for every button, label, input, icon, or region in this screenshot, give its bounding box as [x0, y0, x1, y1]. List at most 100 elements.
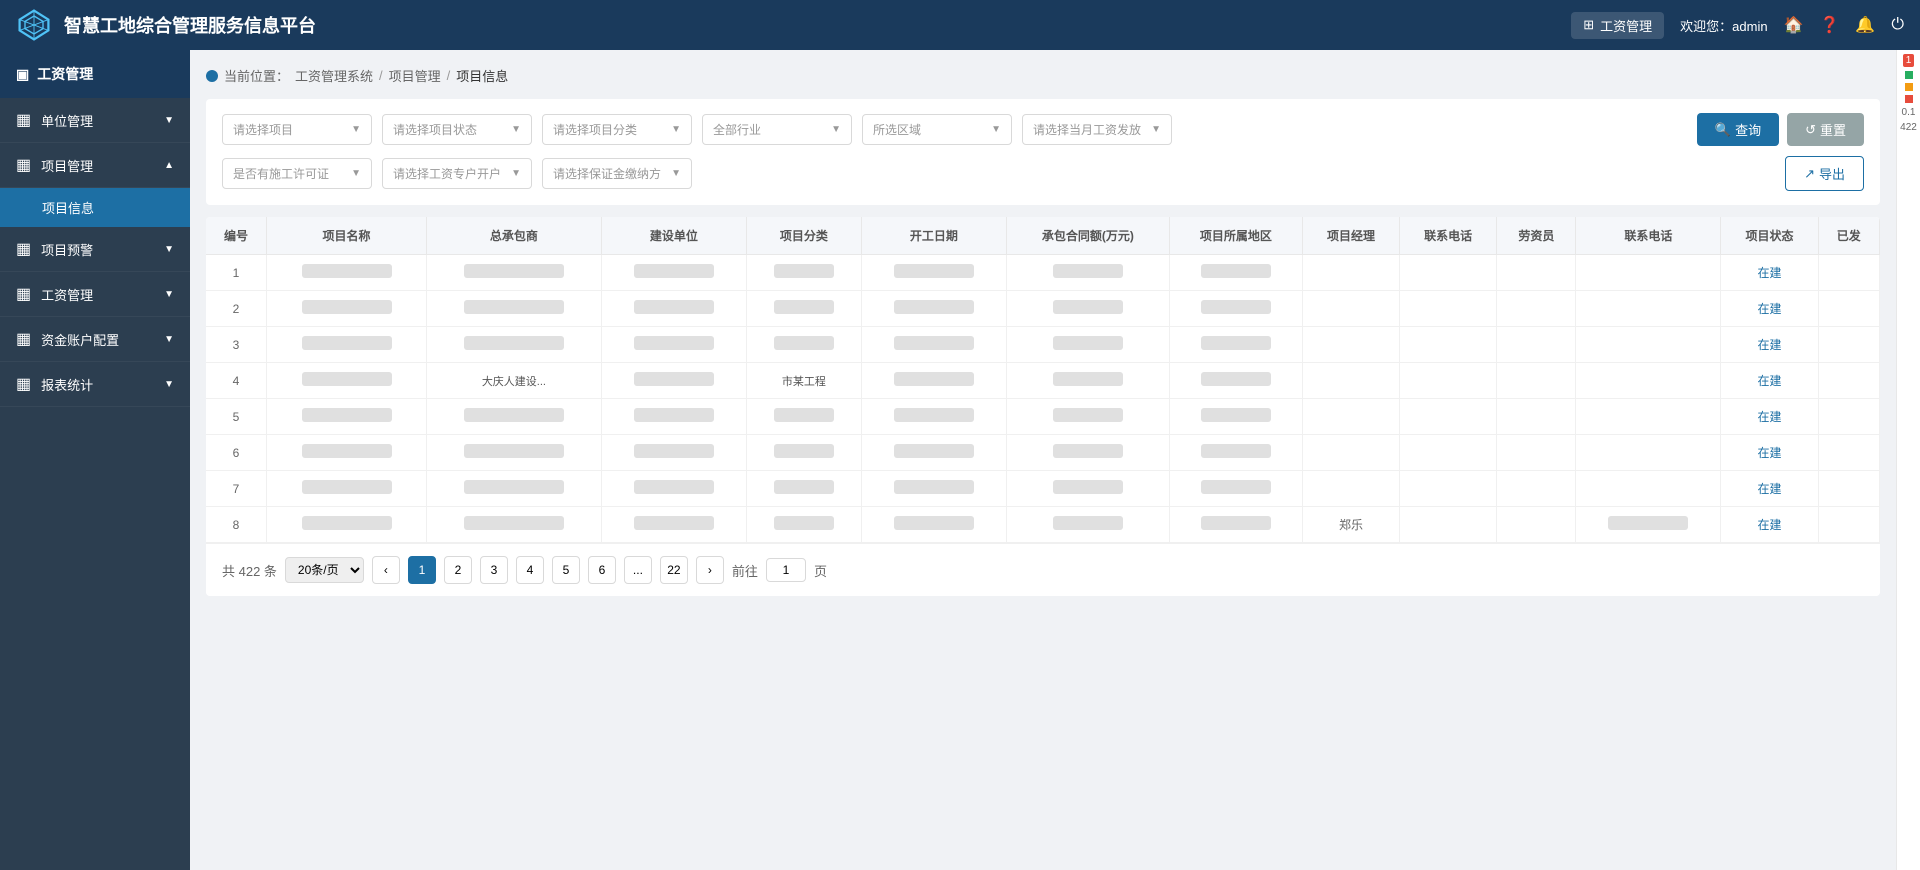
- power-icon[interactable]: ⏻: [1891, 16, 1904, 34]
- chevron-up-icon: ▲: [164, 160, 174, 171]
- query-button[interactable]: 🔍 查询: [1697, 113, 1779, 146]
- page-btn-4[interactable]: 4: [516, 556, 544, 584]
- table-cell: [1818, 399, 1879, 435]
- table-cell: 7: [206, 471, 267, 507]
- reset-button[interactable]: ↺ 重置: [1787, 113, 1864, 146]
- app-title: 智慧工地综合管理服务信息平台: [64, 12, 316, 38]
- table-cell: [1400, 363, 1497, 399]
- table-cell: [426, 471, 601, 507]
- export-button[interactable]: ↗ 导出: [1785, 156, 1864, 191]
- table-cell: [1576, 327, 1721, 363]
- table-cell: 5: [206, 399, 267, 435]
- col-contractor: 总承包商: [426, 217, 601, 255]
- table-cell: 大庆人建设...: [426, 363, 601, 399]
- table-cell: [1497, 291, 1576, 327]
- filter-salary[interactable]: 请选择当月工资发放 ▼: [1022, 114, 1172, 145]
- filter-area: 请选择项目 ▼ 请选择项目状态 ▼ 请选择项目分类 ▼ 全部行业 ▼ 所选区域: [206, 99, 1880, 205]
- header-right: ⊞ 工资管理 欢迎您：admin 🏠 ❓ 🔔 ⏻: [1571, 12, 1904, 39]
- page-btn-5[interactable]: 5: [552, 556, 580, 584]
- table-row: 4大庆人建设...市某工程在建: [206, 363, 1880, 399]
- filter-account-label: 请选择工资专户开户: [393, 165, 501, 182]
- page-btn-3[interactable]: 3: [480, 556, 508, 584]
- filter-status-chevron: ▼: [511, 124, 521, 135]
- filter-type-label: 请选择项目分类: [553, 121, 637, 138]
- table-cell: [1497, 255, 1576, 291]
- table-cell: [267, 291, 427, 327]
- sidebar-item-fund[interactable]: ▦ 资金账户配置 ▼: [0, 317, 190, 362]
- sidebar-item-wage[interactable]: ▦ 工资管理 ▼: [0, 272, 190, 317]
- sidebar-item-report[interactable]: ▦ 报表统计 ▼: [0, 362, 190, 407]
- help-icon[interactable]: ❓: [1820, 15, 1840, 35]
- filter-account[interactable]: 请选择工资专户开户 ▼: [382, 158, 532, 189]
- table-cell: [861, 255, 1006, 291]
- col-labor-phone: 联系电话: [1576, 217, 1721, 255]
- page-size-select[interactable]: 20条/页 50条/页: [285, 557, 364, 583]
- filter-row-2: 是否有施工许可证 ▼ 请选择工资专户开户 ▼ 请选择保证金缴纳方 ▼ ↗ 导出: [222, 156, 1864, 191]
- page-btn-6[interactable]: 6: [588, 556, 616, 584]
- table-row: 5在建: [206, 399, 1880, 435]
- table-cell: [601, 399, 746, 435]
- filter-status[interactable]: 请选择项目状态 ▼: [382, 114, 532, 145]
- table-cell: [1006, 435, 1169, 471]
- sidebar-item-unit[interactable]: ▦ 单位管理 ▼: [0, 98, 190, 143]
- table-cell: [1818, 255, 1879, 291]
- table-cell: [426, 399, 601, 435]
- pagination: 共 422 条 20条/页 50条/页 ‹ 1 2 3 4 5 6 ... 22…: [206, 543, 1880, 596]
- table-cell: 6: [206, 435, 267, 471]
- table-cell: [1169, 327, 1302, 363]
- table-cell: [601, 435, 746, 471]
- project-icon: ▦: [16, 155, 31, 175]
- chevron-down-icon5: ▼: [164, 379, 174, 390]
- page-btn-22[interactable]: 22: [660, 556, 688, 584]
- bell-icon[interactable]: 🔔: [1855, 15, 1875, 35]
- sidebar-header-icon: ▣: [16, 66, 29, 83]
- data-table-wrap: 编号 项目名称 总承包商 建设单位 项目分类 开工日期 承包合同额(万元) 项目…: [206, 217, 1880, 596]
- page-btn-1[interactable]: 1: [408, 556, 436, 584]
- filter-project[interactable]: 请选择项目 ▼: [222, 114, 372, 145]
- table-row: 1在建: [206, 255, 1880, 291]
- table-cell: [1169, 255, 1302, 291]
- export-label: 导出: [1819, 164, 1845, 183]
- sidebar-sub-item-project-info[interactable]: 项目信息: [0, 188, 190, 227]
- table-row: 8郑乐在建: [206, 507, 1880, 543]
- report-icon: ▦: [16, 374, 31, 394]
- table-cell: [1169, 435, 1302, 471]
- table-cell: [1006, 291, 1169, 327]
- filter-type[interactable]: 请选择项目分类 ▼: [542, 114, 692, 145]
- sidebar-header: ▣ 工资管理: [0, 50, 190, 98]
- table-cell: [861, 291, 1006, 327]
- module-selector[interactable]: ⊞ 工资管理: [1571, 12, 1664, 39]
- col-no: 编号: [206, 217, 267, 255]
- page-btn-2[interactable]: 2: [444, 556, 472, 584]
- sidebar-item-warning[interactable]: ▦ 项目预警 ▼: [0, 227, 190, 272]
- table-cell: [1576, 255, 1721, 291]
- filter-area[interactable]: 所选区域 ▼: [862, 114, 1012, 145]
- filter-salary-chevron: ▼: [1151, 124, 1161, 135]
- sidebar-item-wage-label: 工资管理: [41, 285, 93, 304]
- filter-deposit[interactable]: 请选择保证金缴纳方 ▼: [542, 158, 692, 189]
- export-icon: ↗: [1804, 166, 1815, 182]
- table-cell: [1302, 363, 1399, 399]
- filter-account-chevron: ▼: [511, 168, 521, 179]
- page-next-button[interactable]: ›: [696, 556, 724, 584]
- sidebar-item-project[interactable]: ▦ 项目管理 ▲: [0, 143, 190, 188]
- filter-industry-label: 全部行业: [713, 121, 761, 138]
- chevron-down-icon: ▼: [164, 115, 174, 126]
- table-cell: [601, 327, 746, 363]
- table-cell: 8: [206, 507, 267, 543]
- page-btn-ellipsis[interactable]: ...: [624, 556, 652, 584]
- header: 智慧工地综合管理服务信息平台 ⊞ 工资管理 欢迎您：admin 🏠 ❓ 🔔 ⏻: [0, 0, 1920, 50]
- table-cell: 在建: [1721, 327, 1818, 363]
- filter-industry[interactable]: 全部行业 ▼: [702, 114, 852, 145]
- table-cell: [267, 471, 427, 507]
- header-left: 智慧工地综合管理服务信息平台: [16, 7, 316, 43]
- goto-input[interactable]: [766, 558, 806, 582]
- page-prev-button[interactable]: ‹: [372, 556, 400, 584]
- table-cell: [1576, 291, 1721, 327]
- home-icon[interactable]: 🏠: [1784, 15, 1804, 35]
- sidebar-item-warning-label: 项目预警: [41, 240, 93, 259]
- table-cell: [746, 255, 861, 291]
- breadcrumb-sep1: /: [379, 68, 383, 83]
- filter-license[interactable]: 是否有施工许可证 ▼: [222, 158, 372, 189]
- table-cell: [1302, 435, 1399, 471]
